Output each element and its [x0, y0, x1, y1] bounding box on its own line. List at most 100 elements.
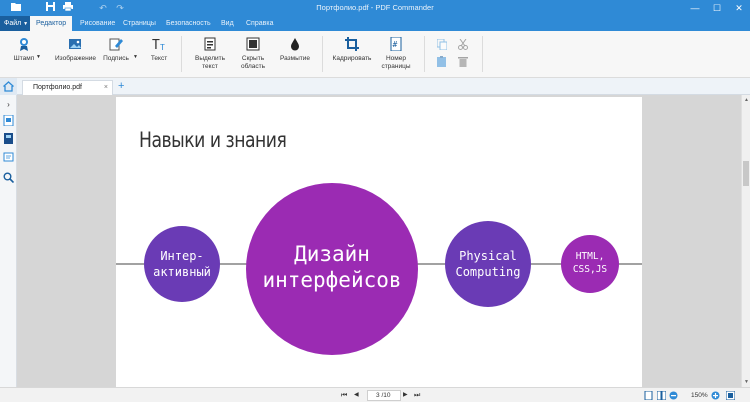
- hide-label-2: область: [240, 62, 266, 70]
- thumbnails-icon[interactable]: [3, 133, 14, 144]
- close-tab-icon[interactable]: ×: [104, 81, 108, 94]
- zoom-level: 150%: [691, 392, 708, 399]
- highlight-label-1: Выделить: [195, 55, 225, 62]
- circle-html-line2: CSS,JS: [573, 264, 608, 275]
- home-icon: [3, 81, 14, 92]
- image-button[interactable]: Изображение: [55, 37, 96, 63]
- tab-editor[interactable]: Редактор: [30, 16, 73, 31]
- stamp-button[interactable]: Штамп: [10, 37, 38, 63]
- add-tab-button[interactable]: +: [118, 79, 124, 94]
- document-tab-label: Портфолио.pdf: [33, 84, 82, 91]
- ribbon-toolbar: Штамп ▼ Изображение Подпись ▼ TT Текст В…: [0, 31, 750, 78]
- hide-area-button[interactable]: Скрыть область: [237, 37, 269, 70]
- stamp-icon: [20, 38, 28, 51]
- crop-label: Кадрировать: [332, 55, 372, 62]
- svg-text:T: T: [152, 38, 160, 51]
- circle-physical-computing-line2: Computing: [455, 265, 520, 279]
- highlight-text-button[interactable]: Выделить текст: [194, 37, 226, 70]
- first-page-icon[interactable]: ⏮: [341, 388, 347, 402]
- hide-label-1: Скрыть: [241, 55, 265, 62]
- zoom-out-icon[interactable]: [669, 391, 678, 402]
- chevron-down-icon[interactable]: ▼: [36, 54, 41, 60]
- tab-security[interactable]: Безопасность: [160, 16, 217, 31]
- text-icon: TT: [152, 38, 165, 51]
- chevron-right-icon[interactable]: ›: [3, 99, 14, 110]
- bookmarks-icon[interactable]: [3, 114, 14, 127]
- circle-interface-design-line1: Дизайн: [294, 242, 370, 266]
- total-pages-value: /10: [381, 392, 391, 399]
- minimize-button[interactable]: —: [684, 0, 706, 16]
- maximize-button[interactable]: ☐: [706, 0, 728, 16]
- next-page-icon[interactable]: ▶: [403, 388, 408, 402]
- page-title: Навыки и знания: [139, 128, 287, 152]
- text-label: Текст: [150, 55, 168, 62]
- circle-interface-design-line2: интерфейсов: [262, 268, 401, 292]
- tab-drawing[interactable]: Рисование: [74, 16, 121, 31]
- vertical-scrollbar[interactable]: ▲ ▼: [741, 95, 750, 387]
- image-icon: [69, 39, 81, 49]
- left-sidebar: ›: [0, 95, 17, 387]
- page-number-icon: #: [390, 37, 402, 51]
- highlight-label-2: текст: [202, 62, 218, 70]
- circle-physical-computing: [445, 221, 531, 307]
- hide-area-icon: [246, 37, 260, 51]
- current-page-value: 3: [376, 392, 380, 399]
- circle-html-line1: HTML,: [576, 251, 605, 262]
- window-title: Портфолио.pdf - PDF Commander: [316, 3, 434, 12]
- document-tab[interactable]: Портфолио.pdf ×: [22, 80, 113, 95]
- tab-pages[interactable]: Страницы: [117, 16, 162, 31]
- single-page-view-icon[interactable]: [644, 390, 653, 402]
- circle-interactive-line2: активный: [153, 265, 211, 279]
- tab-help[interactable]: Справка: [240, 16, 279, 31]
- pagenum-label-1: Номер: [385, 55, 406, 62]
- scroll-up-icon[interactable]: ▲: [742, 97, 750, 103]
- paste-icon[interactable]: [437, 56, 447, 69]
- circle-interactive-line1: Интер-: [160, 249, 203, 263]
- home-button[interactable]: [0, 78, 17, 95]
- highlight-text-icon: [204, 37, 216, 51]
- fit-width-icon[interactable]: [725, 390, 736, 402]
- signature-button[interactable]: Подпись: [102, 37, 130, 63]
- title-bar: ↶ ↷ Портфолио.pdf - PDF Commander — ☐ ✕: [0, 0, 750, 16]
- blur-button[interactable]: Размытие: [278, 37, 312, 63]
- svg-text:T: T: [160, 43, 165, 51]
- ribbon-divider: [482, 36, 483, 72]
- signature-label: Подпись: [103, 55, 129, 62]
- ribbon-divider: [424, 36, 425, 72]
- chevron-down-icon: ▼: [23, 21, 29, 27]
- page-number-field[interactable]: 3 /10: [367, 390, 401, 401]
- status-bar: ⏮ ◀ 3 /10 ▶ ⏭ 150%: [0, 387, 750, 402]
- text-button[interactable]: TT Текст: [147, 37, 171, 63]
- copy-icon[interactable]: [436, 38, 448, 52]
- pagenum-label-2: страницы: [381, 62, 411, 70]
- page-number-button[interactable]: # Номер страницы: [378, 37, 414, 70]
- chevron-down-icon[interactable]: ▼: [133, 54, 138, 60]
- blur-drop-icon: [291, 38, 299, 51]
- svg-text:#: #: [393, 40, 398, 49]
- search-icon[interactable]: [3, 172, 15, 184]
- crop-icon: [345, 37, 359, 51]
- scrollbar-thumb[interactable]: [743, 161, 749, 186]
- tab-view[interactable]: Вид: [215, 16, 240, 31]
- close-button[interactable]: ✕: [728, 0, 750, 16]
- document-tabs: Портфолио.pdf × +: [0, 78, 750, 95]
- crop-button[interactable]: Кадрировать: [332, 37, 372, 63]
- stamp-label: Штамп: [13, 55, 35, 62]
- circle-physical-computing-line1: Physical: [459, 249, 517, 263]
- scissors-icon[interactable]: [458, 38, 468, 52]
- zoom-in-icon[interactable]: [711, 391, 720, 402]
- blur-label: Размытие: [279, 55, 310, 62]
- file-menu-label: Файл: [4, 20, 22, 27]
- ribbon-tabs: Файл ▼ Редактор Рисование Страницы Безоп…: [0, 16, 750, 31]
- comments-icon[interactable]: [3, 152, 14, 163]
- image-label: Изображение: [55, 55, 96, 62]
- signature-icon: [109, 38, 123, 51]
- last-page-icon[interactable]: ⏭: [414, 388, 420, 402]
- two-page-view-icon[interactable]: [656, 390, 667, 402]
- prev-page-icon[interactable]: ◀: [354, 388, 359, 402]
- circle-interactive: [144, 226, 220, 302]
- trash-icon[interactable]: [458, 56, 468, 69]
- scroll-down-icon[interactable]: ▼: [742, 379, 750, 385]
- file-menu-button[interactable]: Файл ▼: [0, 16, 30, 31]
- ribbon-divider: [181, 36, 182, 72]
